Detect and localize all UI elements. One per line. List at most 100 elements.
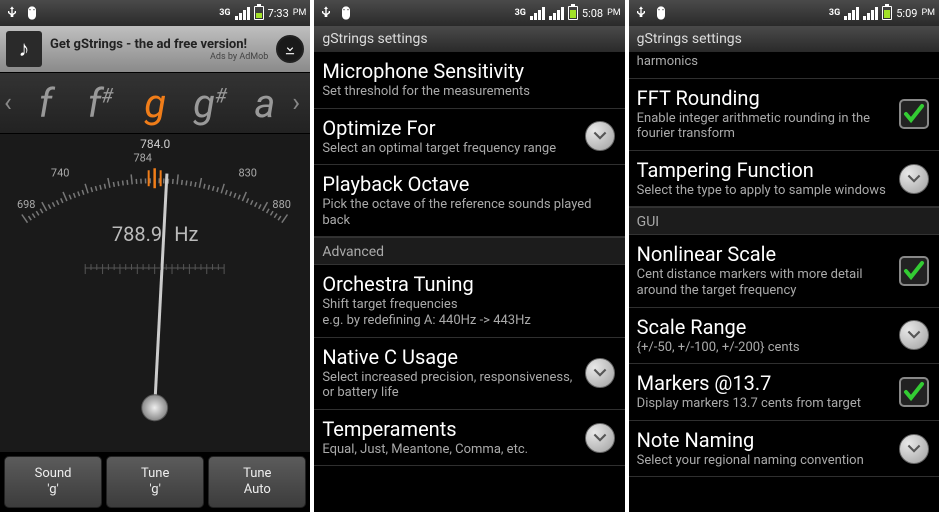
svg-text:880: 880	[272, 198, 291, 211]
network-3g: 3G	[515, 8, 526, 18]
battery-icon	[882, 6, 892, 20]
bottom-buttons: Sound 'g' Tune 'g' Tune Auto	[0, 452, 310, 512]
network-3g: 3G	[829, 8, 840, 18]
battery-icon	[254, 6, 264, 20]
clock-ampm: PM	[607, 8, 621, 18]
setting-sub: Select increased precision, responsivene…	[322, 370, 576, 401]
setting-title: Note Naming	[637, 429, 891, 451]
signal-icon-2	[863, 6, 878, 20]
setting-sub: Display markers 13.7 cents from target	[637, 396, 891, 412]
checkbox[interactable]	[899, 256, 929, 286]
setting-title: Optimize For	[322, 117, 576, 139]
network-3g: 3G	[219, 8, 230, 18]
sound-button[interactable]: Sound 'g'	[4, 456, 102, 508]
list-item[interactable]: Microphone Sensitivity Set threshold for…	[314, 52, 624, 109]
svg-text:830: 830	[238, 166, 256, 179]
target-frequency: 784.0	[140, 137, 170, 151]
usb-icon	[633, 5, 649, 21]
setting-sub: Cent distance markers with more detail a…	[637, 267, 891, 298]
settings-header: gStrings settings	[314, 26, 624, 52]
signal-icon-2	[549, 6, 564, 20]
list-item[interactable]: Native C Usage Select increased precisio…	[314, 338, 624, 410]
setting-sub: Select an optimal target frequency range	[322, 141, 576, 157]
list-item[interactable]: Markers @13.7 Display markers 13.7 cents…	[629, 364, 939, 421]
setting-sub: Pick the octave of the reference sounds …	[322, 197, 614, 228]
setting-sub: Select your regional naming convention	[637, 453, 891, 469]
checkbox[interactable]	[899, 99, 929, 129]
ad-by: Ads by AdMob	[50, 52, 268, 62]
checkbox[interactable]	[899, 377, 929, 407]
chevron-left-icon[interactable]: ‹	[4, 88, 18, 118]
status-bar: 3G 5:09 PM	[629, 0, 939, 26]
svg-text:698: 698	[17, 198, 36, 211]
download-icon[interactable]	[276, 35, 304, 63]
section-header: Advanced	[314, 237, 624, 265]
list-item[interactable]: Playback Octave Pick the octave of the r…	[314, 165, 624, 237]
note-a[interactable]: a	[237, 80, 292, 127]
usb-icon	[4, 5, 20, 21]
clock-ampm: PM	[921, 8, 935, 18]
setting-title: FFT Rounding	[637, 87, 891, 109]
chevron-down-circle-icon[interactable]	[585, 423, 615, 453]
svg-text:740: 740	[51, 166, 70, 179]
svg-text:784: 784	[133, 151, 151, 164]
clock-time: 7:33	[268, 7, 289, 20]
note-f[interactable]: f	[18, 80, 73, 127]
ad-title: Get gStrings - the ad free version!	[50, 37, 268, 52]
setting-title: Nonlinear Scale	[637, 243, 891, 265]
setting-title: Playback Octave	[322, 173, 614, 195]
current-frequency: 788.9 Hz	[112, 222, 198, 246]
setting-title: Tampering Function	[637, 159, 891, 181]
setting-sub: Shift target frequenciese.g. by redefini…	[322, 297, 614, 328]
list-item[interactable]: Optimize For Select an optimal target fr…	[314, 109, 624, 166]
setting-title: Scale Range	[637, 316, 891, 338]
list-item[interactable]: harmonics	[629, 52, 939, 79]
list-item[interactable]: Nonlinear Scale Cent distance markers wi…	[629, 235, 939, 307]
list-item[interactable]: Orchestra Tuning Shift target frequencie…	[314, 265, 624, 337]
adb-icon	[653, 5, 669, 21]
signal-icon	[530, 6, 545, 20]
setting-title: Native C Usage	[322, 346, 576, 368]
setting-sub: {+/-50, +/-100, +/-200} cents	[637, 340, 891, 356]
usb-icon	[318, 5, 334, 21]
screen-settings-2: 3G 5:09 PM gStrings settings harmonics F…	[629, 0, 939, 512]
setting-title: Temperaments	[322, 418, 576, 440]
signal-icon	[235, 6, 250, 20]
setting-sub: Select the type to apply to sample windo…	[637, 183, 891, 199]
ad-banner[interactable]: ♪ Get gStrings - the ad free version! Ad…	[0, 26, 310, 72]
chevron-down-circle-icon[interactable]	[585, 121, 615, 151]
list-item[interactable]: Temperaments Equal, Just, Meantone, Comm…	[314, 410, 624, 467]
chevron-down-circle-icon[interactable]	[899, 320, 929, 350]
adb-icon	[338, 5, 354, 21]
list-item[interactable]: FFT Rounding Enable integer arithmetic r…	[629, 79, 939, 151]
setting-title: Microphone Sensitivity	[322, 60, 614, 82]
tuner-gauge: 784.0 788.9 Hz 698 740 784 830 880	[0, 134, 310, 452]
setting-sub: Set threshold for the measurements	[322, 84, 614, 100]
settings-header: gStrings settings	[629, 26, 939, 52]
note-selector[interactable]: ‹ f f# g g# a ›	[0, 72, 310, 134]
list-item[interactable]: Scale Range {+/-50, +/-100, +/-200} cent…	[629, 308, 939, 365]
chevron-down-circle-icon[interactable]	[585, 358, 615, 388]
status-bar: 3G 7:33 PM	[0, 0, 310, 26]
settings-list[interactable]: Microphone Sensitivity Set threshold for…	[314, 52, 624, 512]
battery-icon	[568, 6, 578, 20]
status-bar: 3G 5:08 PM	[314, 0, 624, 26]
note-g-sharp[interactable]: g#	[183, 80, 238, 127]
note-g-selected[interactable]: g	[128, 80, 183, 127]
chevron-right-icon[interactable]: ›	[292, 88, 306, 118]
list-item[interactable]: Tampering Function Select the type to ap…	[629, 151, 939, 208]
setting-sub: harmonics	[637, 54, 929, 70]
tune-button[interactable]: Tune 'g'	[106, 456, 204, 508]
screen-settings-1: 3G 5:08 PM gStrings settings Microphone …	[314, 0, 624, 512]
list-item[interactable]: Note Naming Select your regional naming …	[629, 421, 939, 478]
note-f-sharp[interactable]: f#	[73, 80, 128, 127]
chevron-down-circle-icon[interactable]	[899, 434, 929, 464]
settings-list[interactable]: harmonics FFT Rounding Enable integer ar…	[629, 52, 939, 512]
setting-sub: Equal, Just, Meantone, Comma, etc.	[322, 442, 576, 458]
clock-ampm: PM	[293, 8, 307, 18]
tune-auto-button[interactable]: Tune Auto	[208, 456, 306, 508]
chevron-down-circle-icon[interactable]	[899, 164, 929, 194]
music-note-icon: ♪	[6, 31, 42, 67]
section-header: GUI	[629, 207, 939, 235]
signal-icon	[844, 6, 859, 20]
